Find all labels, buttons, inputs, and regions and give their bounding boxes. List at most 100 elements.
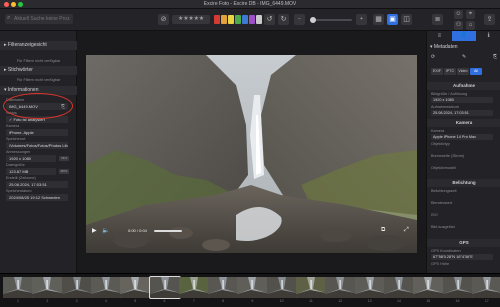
search-input[interactable] (14, 15, 70, 23)
thumbnail-number: 16 (455, 299, 460, 303)
filmstrip-thumbnail[interactable] (325, 277, 356, 298)
tab-list[interactable]: ≡ (427, 31, 452, 41)
filmstrip-thumbnail[interactable] (413, 277, 444, 298)
rotate-right-button[interactable]: ↻ (278, 14, 289, 25)
export-icon[interactable]: ⇪ (484, 14, 495, 25)
video-frame[interactable] (86, 55, 417, 253)
right-panel: ≡ 👤 ℹ ▾ Metadaten ⟳ ✎ ⎘ EXIF IPTC Video … (426, 31, 500, 273)
volume-icon[interactable]: 🔈 (102, 227, 109, 234)
search-box[interactable]: ⌕ (5, 14, 73, 24)
play-icon[interactable]: ▶ (92, 227, 97, 234)
reject-button[interactable]: ⊘ (158, 14, 169, 25)
field-label: ISO (431, 213, 438, 217)
left-panel: ▸ Filteranzeigesicht Für Filtern nicht v… (0, 31, 77, 273)
color-label-gray[interactable] (256, 15, 262, 24)
tab-person[interactable]: 👤 (451, 31, 477, 41)
tab-exif[interactable]: EXIF (431, 68, 443, 75)
waterfall-canyon-image (86, 55, 417, 253)
filmstrip-thumbnail[interactable] (90, 277, 121, 298)
tab-info[interactable]: ℹ (476, 31, 500, 41)
zoom-slider-knob[interactable] (310, 17, 316, 23)
zoom-slider[interactable] (310, 17, 352, 23)
tag-icon[interactable]: ⌂ (466, 21, 475, 30)
filmstrip-thumbnail[interactable] (120, 277, 151, 298)
tab-all[interactable]: All (470, 68, 482, 75)
title-bar: Excire Foto - Excire DB - IMG_6449.MOV (0, 0, 500, 9)
thumbnail-image (32, 277, 63, 298)
section-filter-title: Filteranzeigesicht (7, 42, 47, 48)
section-keywords-title: Stichwörter (7, 67, 33, 73)
thumbnail-image (120, 277, 151, 298)
field-label: Objektivmodell (431, 166, 456, 170)
fullscreen-icon[interactable]: ⤢ (404, 227, 409, 234)
metadata-tool-icons: ⟳ ✎ ⎘ (431, 54, 497, 62)
section-filter-header[interactable]: ▸ Filteranzeigesicht (0, 41, 77, 50)
filmstrip-thumbnail[interactable] (266, 277, 297, 298)
thumbnail-number: 3 (75, 299, 78, 303)
location-icon[interactable]: ⌖ (466, 10, 475, 19)
tab-iptc[interactable]: IPTC (444, 68, 456, 75)
field-label: Speicherdatum (6, 189, 32, 193)
filmstrip-thumbnail[interactable] (61, 277, 92, 298)
camera-model-value: Apple iPhone 14 Pro Max (431, 134, 493, 140)
compare-view-button[interactable]: ◫ (401, 14, 412, 25)
app-window: Excire Foto - Excire DB - IMG_6449.MOV ⌕… (0, 0, 500, 307)
thumbnail-number: 17 (484, 299, 489, 303)
picture-in-picture-icon[interactable]: ⧉ (381, 227, 385, 234)
single-view-button[interactable]: ▣ (387, 14, 398, 25)
edit-icon[interactable]: ✎ (462, 54, 466, 62)
color-label-yellow[interactable] (228, 15, 234, 24)
rotate-left-button[interactable]: ↺ (264, 14, 275, 25)
thumbnail-image (178, 277, 209, 298)
right-tool-icons: ≣ ☺ ⌖ ⚇ ⌂ ⇪ (424, 9, 500, 31)
color-label-orange[interactable] (221, 15, 227, 24)
star-rating[interactable]: ★★★★★ (172, 15, 210, 24)
metadata-title[interactable]: ▾ Metadaten (427, 43, 500, 51)
refresh-icon[interactable]: ⟳ (431, 54, 435, 62)
settings-sliders-icon[interactable]: ≣ (432, 14, 443, 25)
section-aufnahme: Aufnahme (427, 82, 500, 90)
filmstrip-thumbnail[interactable] (32, 277, 63, 298)
filmstrip: 1 2 3 4 5 6 7 8 9 10 11 12 13 14 15 16 17 (0, 273, 500, 307)
thumbnail-number: 12 (338, 299, 343, 303)
zoom-out-icon[interactable]: − (294, 14, 305, 25)
thumbnail-image (208, 277, 239, 298)
filmstrip-thumbnail[interactable] (237, 277, 268, 298)
zoom-in-icon[interactable]: + (356, 14, 367, 25)
search-icon: ⌕ (7, 15, 11, 21)
filmstrip-thumbnail[interactable] (208, 277, 239, 298)
thumbnail-image (383, 277, 414, 298)
copy-meta-icon[interactable]: ⎘ (493, 54, 497, 62)
filmstrip-thumbnail[interactable] (471, 277, 500, 298)
location-value: /Volumes/Fotos/Fotos/Photos Lib... (6, 142, 68, 149)
keywords-hint: Für Filtern nicht verfügbar (16, 78, 61, 82)
color-label-blue[interactable] (242, 15, 248, 24)
field-label: Bildgröße / Auflösung (431, 92, 468, 96)
tab-video[interactable]: Video (457, 68, 469, 75)
color-label-purple[interactable] (249, 15, 255, 24)
thumbnail-image (296, 277, 326, 298)
filmstrip-thumbnail[interactable] (354, 277, 385, 298)
filmstrip-thumbnail[interactable] (442, 277, 473, 298)
field-label: Brennweite (35mm) (431, 154, 465, 158)
filmstrip-thumbnail[interactable] (296, 277, 326, 298)
thumbnail-image (471, 277, 500, 298)
media-viewer: ▶ 🔈 0:00 / 0:04 ⧉ ⤢ (77, 31, 426, 273)
color-label-picker[interactable] (214, 15, 262, 24)
resolution-value: 1920 x 1080 (431, 97, 493, 103)
people-icon[interactable]: ⚇ (454, 21, 463, 30)
grid-view-button[interactable]: ▦ (373, 14, 384, 25)
color-label-green[interactable] (235, 15, 241, 24)
filmstrip-thumbnail[interactable] (3, 277, 33, 298)
thumbnail-number: 6 (163, 299, 166, 303)
filmstrip-thumbnail[interactable] (148, 276, 181, 299)
section-keywords-header[interactable]: ▸ Stichwörter (0, 66, 77, 75)
color-label-red[interactable] (214, 15, 220, 24)
video-time: 0:00 / 0:04 (128, 228, 147, 233)
filmstrip-thumbnail[interactable] (383, 277, 414, 298)
video-progress-track[interactable] (154, 230, 182, 232)
thumbnail-number: 13 (367, 299, 372, 303)
face-icon[interactable]: ☺ (454, 10, 463, 19)
thumbnail-image (442, 277, 473, 298)
filmstrip-thumbnail[interactable] (178, 277, 209, 298)
